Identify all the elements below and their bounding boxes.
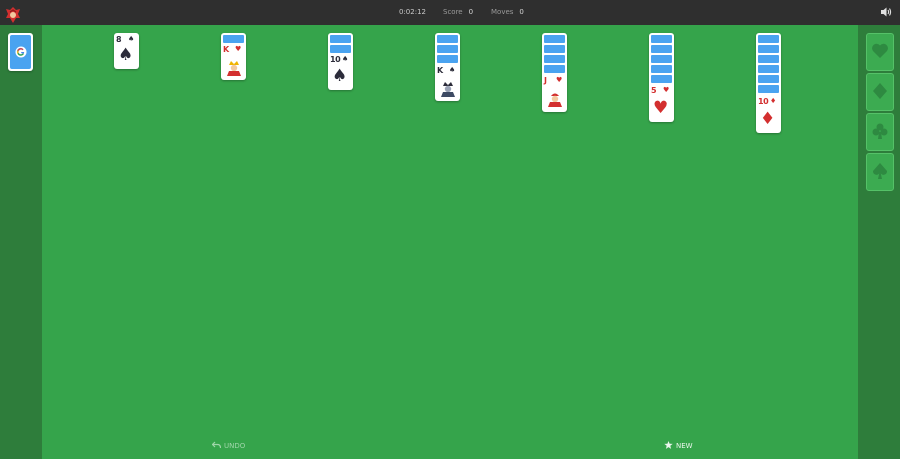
- moves-display: Moves 0: [491, 8, 524, 16]
- foundation-clubs[interactable]: [866, 113, 894, 151]
- face-down-card: [544, 65, 565, 73]
- game-timer: 0:02:12: [399, 8, 426, 16]
- diamond-icon: [873, 83, 887, 99]
- moves-label: Moves: [491, 8, 514, 16]
- face-down-card: [544, 55, 565, 63]
- spade-icon: [872, 163, 888, 179]
- foundation-spades[interactable]: [866, 153, 894, 191]
- top-bar: 0:02:12 Score 0 Moves 0: [0, 0, 900, 25]
- card-rank: 10: [330, 55, 341, 64]
- stock-card-back: [10, 35, 31, 69]
- stock-pile[interactable]: [8, 33, 33, 71]
- card-rank: K: [223, 45, 229, 54]
- undo-button[interactable]: UNDO: [212, 441, 245, 450]
- tableau-pile-3[interactable]: 10 ♠ ♠: [328, 33, 353, 90]
- tableau-pile-5[interactable]: J ♥: [542, 33, 567, 112]
- card-suit-large: ♦: [760, 109, 776, 129]
- star-icon: [664, 441, 673, 449]
- face-down-card: [330, 35, 351, 43]
- face-down-card: [544, 45, 565, 53]
- king-face-icon: [441, 82, 455, 97]
- solitaire-logo-icon[interactable]: [5, 6, 21, 24]
- score-display: Score 0: [443, 8, 473, 16]
- card-suit-small: ♠: [128, 35, 135, 43]
- undo-label: UNDO: [224, 442, 246, 450]
- card-suit-small: ♠: [342, 55, 349, 63]
- tableau-pile-6[interactable]: 5 ♥ ♥: [649, 33, 674, 122]
- card-suit-small: ♥: [235, 45, 242, 53]
- heart-icon: [872, 43, 888, 58]
- king-face-icon: [227, 61, 241, 76]
- moves-value: 0: [519, 8, 524, 16]
- card-suit-small: ♥: [663, 86, 670, 94]
- new-game-button[interactable]: NEW: [664, 441, 693, 450]
- card-suit-large: ♠: [332, 66, 348, 86]
- card-rank: J: [544, 76, 547, 85]
- face-down-card: [330, 45, 351, 53]
- face-down-card: [651, 55, 672, 63]
- tableau-pile-1[interactable]: 8 ♠ ♠: [114, 33, 139, 69]
- card-rank: 8: [116, 35, 122, 44]
- face-down-card: [758, 45, 779, 53]
- card-suit-large: ♥: [653, 98, 669, 118]
- foundation-diamonds[interactable]: [866, 73, 894, 111]
- face-down-card: [758, 35, 779, 43]
- google-g-icon: [15, 46, 27, 58]
- face-down-card: [758, 65, 779, 73]
- face-down-card: [544, 35, 565, 43]
- face-down-card: [651, 75, 672, 83]
- face-down-card: [651, 65, 672, 73]
- face-down-card: [437, 35, 458, 43]
- tableau-pile-2[interactable]: K ♥: [221, 33, 246, 80]
- face-down-card: [437, 55, 458, 63]
- foundation-hearts[interactable]: [866, 33, 894, 71]
- score-value: 0: [468, 8, 474, 16]
- undo-icon: [212, 441, 221, 449]
- card-rank: 5: [651, 86, 657, 95]
- face-down-card: [651, 45, 672, 53]
- face-down-card: [223, 35, 244, 43]
- jack-face-icon: [548, 93, 562, 107]
- new-label: NEW: [676, 442, 693, 450]
- card-suit-small: ♦: [770, 97, 777, 105]
- card-rank: 10: [758, 97, 769, 106]
- card-rank: K: [437, 66, 443, 75]
- face-down-card: [651, 35, 672, 43]
- tableau-pile-4[interactable]: K ♠: [435, 33, 460, 101]
- face-down-card: [437, 45, 458, 53]
- card-suit-small: ♥: [556, 76, 563, 84]
- card-suit-small: ♠: [449, 66, 456, 74]
- face-down-card: [758, 55, 779, 63]
- score-label: Score: [443, 8, 463, 16]
- face-down-card: [758, 85, 779, 93]
- club-icon: [872, 123, 888, 139]
- stock-panel: [0, 25, 42, 459]
- sound-icon[interactable]: [880, 6, 892, 18]
- card-suit-large: ♠: [118, 45, 134, 65]
- face-down-card: [758, 75, 779, 83]
- tableau-pile-7[interactable]: 10 ♦ ♦: [756, 33, 781, 133]
